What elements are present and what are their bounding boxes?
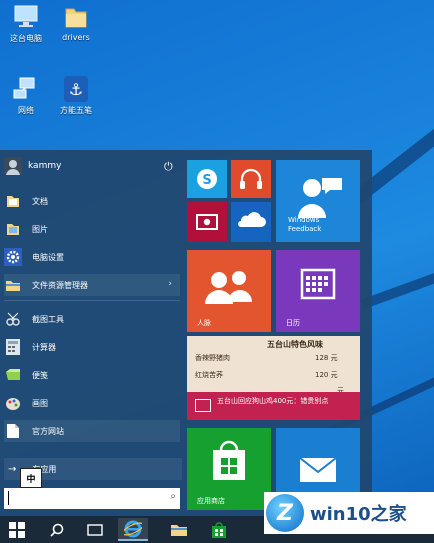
news-icon — [195, 399, 211, 412]
snipping-tool-icon — [4, 310, 22, 328]
watermark-logo: Z — [266, 494, 304, 532]
file-explorer-taskbar-icon[interactable] — [164, 518, 194, 541]
search-input[interactable]: ⌕ — [4, 488, 180, 509]
task-view-icon[interactable] — [80, 518, 110, 541]
tile-store[interactable]: 应用商店 — [187, 428, 271, 510]
watermark-text: win10之家 — [310, 504, 407, 525]
tile-skype[interactable]: S — [187, 160, 227, 198]
arrow-right-icon: → — [8, 463, 17, 475]
watermark: Z win10之家 — [264, 492, 434, 534]
people-icon — [205, 271, 252, 304]
settings-gear-icon — [4, 248, 22, 266]
desktop-icon-drivers[interactable]: drivers — [46, 4, 106, 42]
computer-icon — [12, 4, 40, 30]
text-caret — [8, 491, 9, 505]
calendar-icon — [300, 268, 336, 300]
menu-item-sticky-notes[interactable]: 便笺 — [4, 364, 180, 386]
menu-item-pictures[interactable]: 图片 — [4, 218, 180, 240]
skype-icon: S — [197, 169, 217, 189]
menu-item-label: 电脑设置 — [32, 252, 64, 262]
calculator-icon — [4, 338, 22, 356]
ad-row-price: 120 元 — [315, 371, 338, 379]
start-menu: kammy ⏻ 文档 图片 电脑设置 文件资源管理器 › 截图工具 计算器 便笺… — [0, 150, 372, 516]
search-icon[interactable] — [42, 518, 72, 541]
ad-banner-text: 五台山回应狗山鸡400元：错贵别点 — [217, 397, 329, 405]
svg-text:⚓: ⚓ — [69, 80, 83, 99]
video-icon — [196, 214, 218, 230]
sticky-notes-icon — [4, 366, 22, 384]
desktop-icon-label: 网络 — [18, 106, 34, 115]
user-name: kammy — [28, 161, 62, 171]
desktop-icon-label: 这台电脑 — [10, 34, 42, 43]
tile-windows-feedback[interactable]: Windows Feedback — [276, 160, 360, 242]
ime-indicator[interactable]: 中 — [20, 468, 42, 488]
menu-item-pc-settings[interactable]: 电脑设置 — [4, 246, 180, 268]
ad-title: 五台山特色风味 — [267, 340, 323, 349]
cloud-icon — [238, 212, 266, 227]
menu-item-label: 计算器 — [32, 342, 56, 352]
file-explorer-icon — [4, 276, 22, 294]
menu-item-file-explorer[interactable]: 文件资源管理器 › — [4, 274, 180, 296]
menu-item-label: 官方网站 — [32, 426, 64, 436]
internet-explorer-icon[interactable] — [118, 518, 148, 541]
pictures-icon — [4, 220, 22, 238]
menu-item-label: 便笺 — [32, 370, 48, 380]
menu-item-snipping-tool[interactable]: 截图工具 — [4, 308, 180, 330]
menu-item-official-site[interactable]: 官方网站 — [4, 420, 180, 442]
user-account[interactable]: kammy — [4, 156, 61, 176]
menu-item-label: 文档 — [32, 196, 48, 206]
desktop-icon-wubi[interactable]: ⚓ 方能五笔 — [46, 76, 106, 116]
documents-icon — [4, 192, 22, 210]
store-taskbar-icon[interactable] — [204, 518, 234, 541]
start-menu-left-pane: kammy ⏻ 文档 图片 电脑设置 文件资源管理器 › 截图工具 计算器 便笺… — [0, 150, 183, 516]
power-icon[interactable]: ⏻ — [164, 160, 173, 174]
chevron-right-icon[interactable]: › — [168, 279, 172, 289]
ad-banner: 五台山回应狗山鸡400元：错贵别点 — [187, 392, 360, 420]
avatar — [4, 157, 22, 175]
start-button[interactable] — [2, 518, 32, 541]
divider — [4, 300, 180, 301]
headphones-icon — [240, 168, 262, 189]
document-page-icon — [4, 422, 22, 440]
svg-text:S: S — [202, 173, 211, 188]
menu-item-label: 画图 — [32, 398, 48, 408]
tile-calendar[interactable]: 日历 — [276, 250, 360, 332]
menu-item-label: 截图工具 — [32, 314, 64, 324]
menu-item-calculator[interactable]: 计算器 — [4, 336, 180, 358]
tile-label: 人脉 — [197, 319, 211, 327]
ad-row-name: 香辣野猪肉 — [195, 354, 230, 362]
tile-video[interactable] — [187, 202, 227, 242]
ad-row-name: 红烧苦荞 — [195, 371, 223, 379]
menu-item-label: 文件资源管理器 — [32, 280, 88, 290]
tile-ad[interactable]: 五台山特色风味 香辣野猪肉 128 元 红烧苦荞 120 元 元 五台山回应狗山… — [187, 336, 360, 420]
tile-people[interactable]: 人脉 — [187, 250, 271, 332]
desktop-icon-label: 方能五笔 — [60, 106, 92, 115]
paint-icon — [4, 394, 22, 412]
menu-item-label: 图片 — [32, 224, 48, 234]
menu-item-documents[interactable]: 文档 — [4, 190, 180, 212]
tile-onedrive[interactable] — [231, 202, 271, 242]
desktop-icon-label: drivers — [62, 33, 90, 42]
folder-icon — [62, 4, 90, 30]
windows-logo-icon — [9, 521, 25, 538]
search-icon[interactable]: ⌕ — [170, 491, 176, 502]
tile-label: 应用商店 — [197, 497, 225, 505]
ad-row-price: 128 元 — [315, 354, 338, 362]
store-bag-icon — [213, 440, 245, 480]
anchor-icon: ⚓ — [62, 76, 90, 102]
tile-music[interactable] — [231, 160, 271, 198]
tile-label: Windows Feedback — [288, 216, 322, 233]
tile-label: 日历 — [286, 319, 300, 327]
network-icon — [12, 76, 40, 102]
menu-item-paint[interactable]: 画图 — [4, 392, 180, 414]
